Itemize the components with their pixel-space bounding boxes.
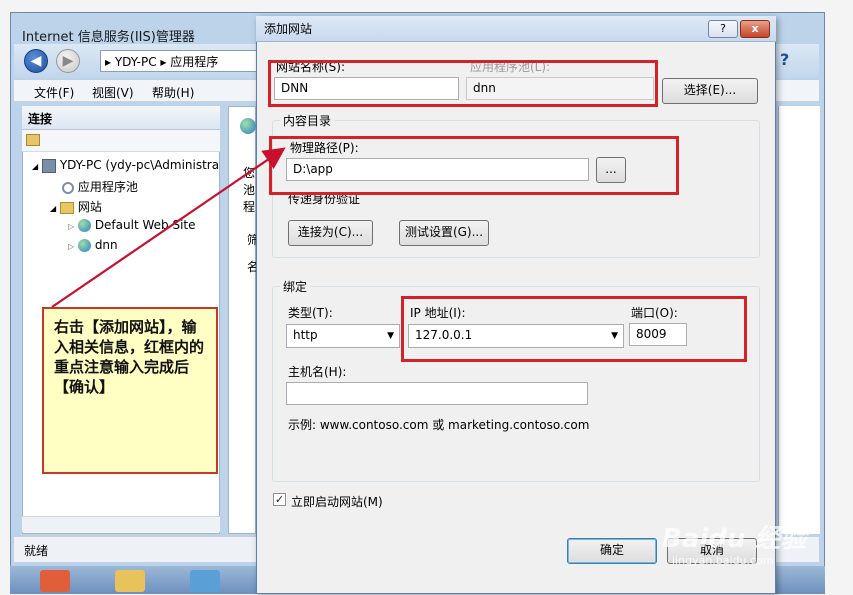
instruction-note: 右击【添加网站】，输入相关信息，红框内的重点注意输入完成后【确认】 <box>42 307 218 474</box>
watermark-url: jingyan.baidu.com <box>672 554 774 567</box>
red-arrow <box>51 147 286 308</box>
watermark-logo: Baidu 经验 <box>662 524 807 554</box>
